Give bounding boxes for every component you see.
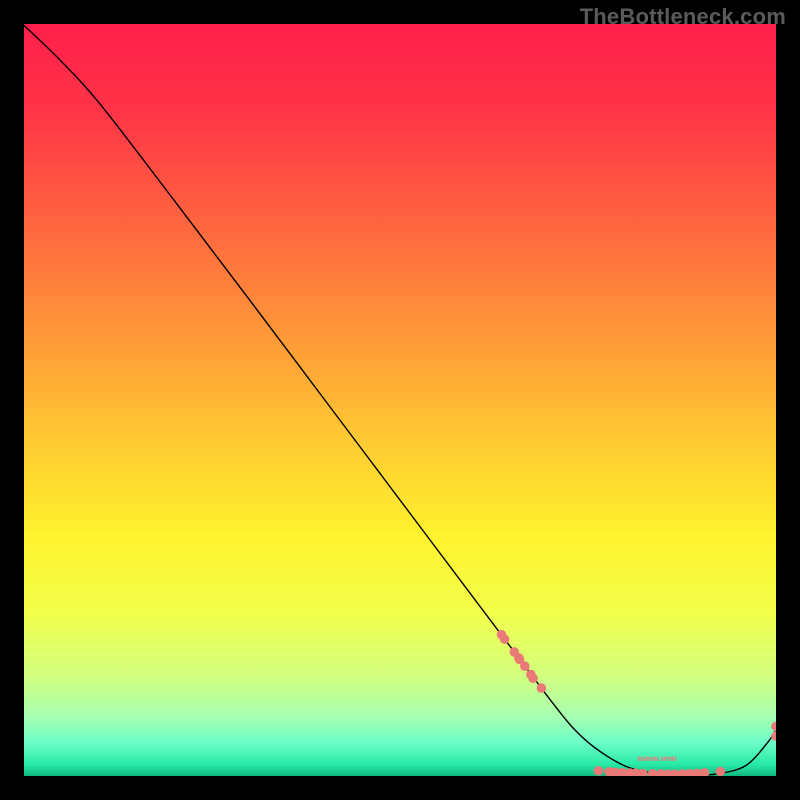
chart-stage: TheBottleneck.com MMMM MMM: [0, 0, 800, 800]
watermark-label: TheBottleneck.com: [580, 4, 786, 30]
data-marker: [497, 630, 507, 640]
data-marker: [520, 661, 530, 671]
data-marker: [528, 673, 538, 683]
data-marker: [594, 766, 604, 776]
bottleneck-chart: MMMM MMM: [24, 24, 776, 776]
plot-area: MMMM MMM: [24, 24, 776, 776]
marker-cluster-label: MMMM MMM: [637, 756, 677, 763]
gradient-background: [24, 24, 776, 776]
data-marker: [537, 683, 547, 693]
data-marker: [716, 767, 726, 776]
